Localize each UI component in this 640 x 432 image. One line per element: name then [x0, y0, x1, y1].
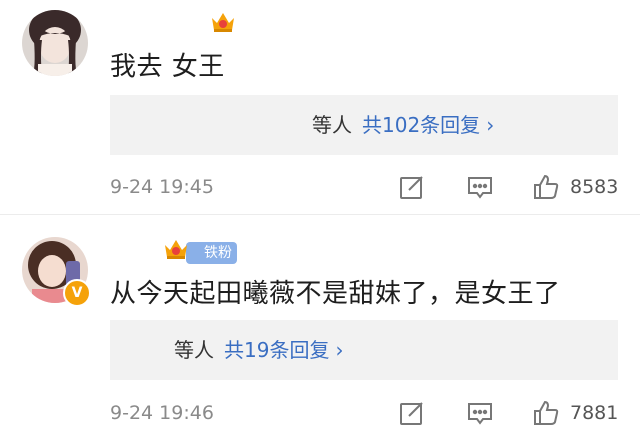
- reply-users-label: 等人: [174, 338, 214, 362]
- reply-count[interactable]: 共19条回复: [224, 338, 329, 362]
- fan-tag: 铁粉: [186, 242, 237, 264]
- verified-badge: V: [63, 279, 91, 307]
- edit-icon[interactable]: [398, 173, 426, 205]
- comment-text: 从今天起田曦薇不是甜妹了，是女王了: [110, 279, 561, 309]
- crown-badge-icon: [163, 237, 189, 267]
- comment-time: 9-24 19:46: [110, 402, 214, 424]
- reply-users-label: 等人: [312, 113, 352, 137]
- avatar[interactable]: [22, 10, 88, 76]
- comment-item: 我去 女王 等人 共102条回复 › 9-24 19:45 8583: [0, 0, 640, 214]
- edit-icon[interactable]: [398, 399, 426, 431]
- replies-link[interactable]: 等人 共102条回复 ›: [110, 95, 618, 155]
- comment-footer: 9-24 19:46 7881: [0, 398, 640, 428]
- like-icon[interactable]: [532, 173, 560, 205]
- comment-time: 9-24 19:45: [110, 176, 214, 198]
- comment-text: 我去 女王: [110, 52, 225, 82]
- chevron-right-icon: ›: [335, 338, 344, 362]
- like-count: 7881: [570, 402, 619, 424]
- reply-count[interactable]: 共102条回复: [362, 113, 480, 137]
- chevron-right-icon: ›: [486, 113, 495, 137]
- comment-item: V 铁粉 从今天起田曦薇不是甜妹了，是女王了 等人 共19条回复 › 9-24 19…: [0, 215, 640, 432]
- like-count: 8583: [570, 176, 619, 198]
- crown-badge-icon: [210, 10, 236, 38]
- comment-icon[interactable]: [466, 173, 494, 205]
- like-icon[interactable]: [532, 399, 560, 431]
- comment-footer: 9-24 19:45 8583: [0, 172, 640, 202]
- replies-link[interactable]: 等人 共19条回复 ›: [110, 320, 618, 380]
- comment-icon[interactable]: [466, 399, 494, 431]
